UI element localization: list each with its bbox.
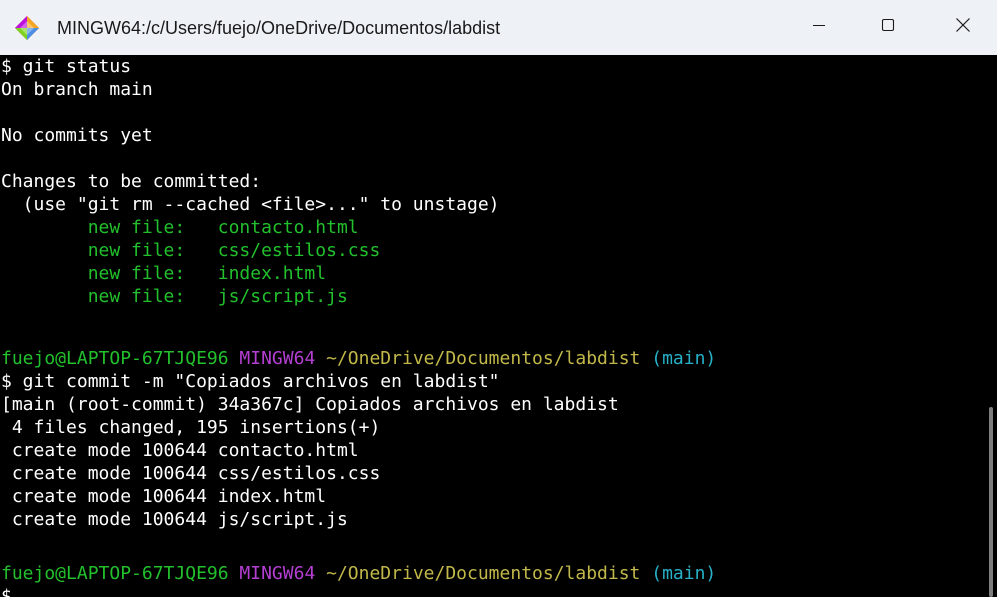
maximize-button[interactable] [853,0,922,55]
terminal-line: $ git commit -m "Copiados archivos en la… [1,371,500,392]
terminal-line: create mode 100644 contacto.html [1,440,359,461]
vertical-scrollbar[interactable] [986,55,997,597]
minimize-button[interactable] [784,0,853,55]
command-prompt[interactable]: $ [1,585,12,597]
prompt-user: fuejo@LAPTOP-67TJQE96 [1,563,229,584]
prompt-branch: (main) [651,563,717,584]
prompt-system: MINGW64 [239,563,316,584]
staged-file-line: new file: css/estilos.css [1,240,381,261]
staged-file-line: new file: js/script.js [1,286,348,307]
terminal-line: create mode 100644 js/script.js [1,509,348,530]
prompt-branch: (main) [651,348,717,369]
close-icon [955,17,971,38]
terminal-line: Changes to be committed: [1,171,262,192]
prompt-line: fuejo@LAPTOP-67TJQE96 MINGW64 ~/OneDrive… [1,562,716,585]
terminal-output[interactable]: $ git status On branch main No commits y… [0,55,986,597]
prompt-user: fuejo@LAPTOP-67TJQE96 [1,348,229,369]
staged-file-line: new file: index.html [1,263,327,284]
git-bash-icon [14,15,40,41]
title-bar[interactable]: MINGW64:/c/Users/fuejo/OneDrive/Document… [0,0,997,55]
maximize-icon [881,18,895,37]
prompt-line: fuejo@LAPTOP-67TJQE96 MINGW64 ~/OneDrive… [1,347,716,370]
staged-file-line: new file: contacto.html [1,217,359,238]
scrollbar-thumb[interactable] [989,407,993,597]
terminal-line: [main (root-commit) 34a367c] Copiados ar… [1,394,619,415]
terminal-line: 4 files changed, 195 insertions(+) [1,417,381,438]
window-title: MINGW64:/c/Users/fuejo/OneDrive/Document… [57,18,501,38]
prompt-path: ~/OneDrive/Documentos/labdist [326,563,641,584]
prompt-path: ~/OneDrive/Documentos/labdist [326,348,641,369]
terminal-line: $ git status [1,56,132,77]
terminal-line: create mode 100644 index.html [1,486,327,507]
terminal-line: No commits yet [1,125,153,146]
close-button[interactable] [928,0,997,55]
terminal-line: create mode 100644 css/estilos.css [1,463,381,484]
prompt-system: MINGW64 [239,348,316,369]
minimize-icon [812,18,826,37]
terminal-window: MINGW64:/c/Users/fuejo/OneDrive/Document… [0,0,997,597]
terminal-line: On branch main [1,79,153,100]
terminal-line: (use "git rm --cached <file>..." to unst… [1,194,500,215]
